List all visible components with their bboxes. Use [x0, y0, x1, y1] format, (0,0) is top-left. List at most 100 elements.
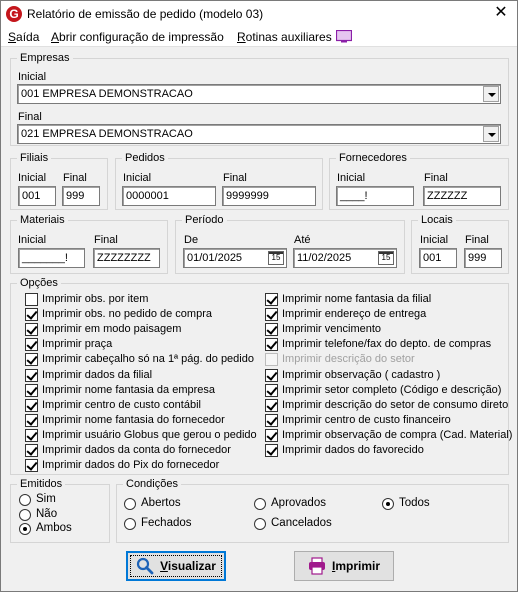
option-label: Imprimir centro de custo financeiro: [282, 413, 451, 426]
periodo-ate-input[interactable]: 11/02/2025 15: [293, 248, 397, 268]
menu-bar: Saída Abrir configuração de impressão Ro…: [1, 27, 517, 47]
calendar-icon[interactable]: 15: [378, 251, 394, 265]
empresa-inicial-value: 001 EMPRESA DEMONSTRACAO: [21, 88, 193, 100]
title-bar: G Relatório de emissão de pedido (modelo…: [1, 1, 517, 27]
material-inicial-input[interactable]: _______!: [18, 248, 85, 268]
menu-abrir-accel: A: [51, 30, 60, 44]
radio-unselected-icon[interactable]: [254, 498, 266, 510]
filial-inicial-input[interactable]: 001: [18, 186, 56, 206]
local-final-label: Final: [465, 234, 489, 246]
close-icon[interactable]: ✕: [493, 4, 509, 22]
condicoes-radio-label: Abertos: [141, 497, 181, 509]
empresa-final-value: 021 EMPRESA DEMONSTRACAO: [21, 128, 193, 140]
option-label: Imprimir descrição do setor de consumo d…: [282, 398, 509, 411]
periodo-de-input[interactable]: 01/01/2025 15: [183, 248, 287, 268]
checkbox-checked-icon[interactable]: [25, 459, 38, 473]
visualizar-label: isualizar: [167, 559, 216, 573]
checkbox-checked-icon[interactable]: [265, 444, 278, 457]
periodo-ate-value: 11/02/2025: [297, 252, 352, 264]
condicoes-radio-label: Fechados: [141, 517, 192, 529]
periodo-de-value: 01/01/2025: [187, 252, 243, 264]
condicoes-legend: Condições: [126, 478, 178, 490]
checkbox-checked-icon[interactable]: [265, 308, 278, 322]
visualizar-button[interactable]: Visualizar: [126, 551, 226, 581]
material-final-input[interactable]: ZZZZZZZZ: [93, 248, 160, 268]
chevron-down-icon[interactable]: [483, 86, 499, 102]
checkbox-checked-icon[interactable]: [265, 413, 278, 427]
empresa-final-combo[interactable]: 021 EMPRESA DEMONSTRACAO: [17, 124, 501, 144]
menu-saida[interactable]: Saída: [8, 30, 39, 44]
monitor-icon[interactable]: [336, 30, 352, 43]
checkbox-checked-icon[interactable]: [25, 413, 38, 427]
checkbox-checked-icon[interactable]: [265, 428, 278, 442]
local-final-input[interactable]: 999: [464, 248, 502, 268]
checkbox-checked-icon[interactable]: [25, 338, 38, 352]
checkbox-checked-icon[interactable]: [25, 308, 38, 322]
condicoes-radio-label: Aprovados: [271, 497, 326, 509]
fornecedores-legend: Fornecedores: [339, 152, 407, 164]
fornecedor-final-input[interactable]: ZZZZZZ: [423, 186, 501, 206]
radio-selected-icon[interactable]: [382, 498, 394, 510]
fornecedor-inicial-input[interactable]: ____!: [336, 186, 414, 206]
magnifier-icon: [136, 557, 154, 575]
pedido-inicial-label: Inicial: [123, 172, 152, 184]
fornecedor-final-label: Final: [424, 172, 448, 184]
local-inicial-label: Inicial: [420, 234, 449, 246]
checkbox-checked-icon[interactable]: [25, 323, 38, 337]
report-dialog-window: G Relatório de emissão de pedido (modelo…: [0, 0, 518, 592]
material-final-label: Final: [94, 234, 118, 246]
pedido-inicial-input[interactable]: 0000001: [122, 186, 216, 206]
menu-rotinas-accel: R: [237, 30, 246, 44]
radio-selected-icon[interactable]: [19, 523, 31, 535]
radio-unselected-icon[interactable]: [124, 498, 136, 510]
menu-rotinas-label: otinas auxiliares: [245, 30, 332, 44]
menu-abrir-label: brir configuração de impressão: [59, 30, 224, 44]
radio-unselected-icon[interactable]: [254, 518, 266, 530]
checkbox-checked-icon[interactable]: [265, 293, 278, 306]
option-label: Imprimir observação ( cadastro ): [282, 368, 441, 381]
option-label: Imprimir dados da filial: [42, 368, 153, 381]
condicoes-group: Condições: [116, 478, 509, 543]
checkbox-checked-icon[interactable]: [265, 338, 278, 352]
local-inicial-input[interactable]: 001: [419, 248, 457, 268]
chevron-down-icon[interactable]: [483, 126, 499, 142]
option-label: Imprimir nome fantasia da empresa: [42, 383, 216, 396]
empresa-inicial-combo[interactable]: 001 EMPRESA DEMONSTRACAO: [17, 84, 501, 104]
emitidos-legend: Emitidos: [20, 478, 63, 490]
checkbox-unchecked-icon[interactable]: [25, 293, 38, 306]
opcoes-legend: Opções: [20, 277, 58, 289]
checkbox-checked-icon[interactable]: [265, 383, 278, 397]
pedido-final-label: Final: [223, 172, 247, 184]
option-label: Imprimir vencimento: [282, 323, 382, 336]
menu-rotinas-auxiliares[interactable]: Rotinas auxiliares: [237, 30, 332, 44]
checkbox-checked-icon[interactable]: [25, 383, 38, 397]
checkbox-checked-icon[interactable]: [265, 323, 278, 337]
checkbox-checked-icon[interactable]: [25, 353, 38, 367]
radio-unselected-icon[interactable]: [124, 518, 136, 530]
option-label: Imprimir praça: [42, 338, 113, 351]
filial-final-input[interactable]: 999: [62, 186, 100, 206]
menu-abrir-configuracao[interactable]: Abrir configuração de impressão: [51, 30, 224, 44]
emitidos-radio-label: Sim: [36, 493, 56, 505]
option-label: Imprimir setor completo (Código e descri…: [282, 383, 502, 396]
checkbox-checked-icon[interactable]: [25, 398, 38, 412]
checkbox-checked-icon[interactable]: [265, 368, 278, 382]
radio-unselected-icon[interactable]: [19, 509, 31, 521]
empresa-inicial-label: Inicial: [18, 71, 47, 83]
option-label: Imprimir centro de custo contábil: [42, 398, 201, 411]
checkbox-checked-icon[interactable]: [25, 444, 38, 457]
checkbox-checked-icon[interactable]: [25, 368, 38, 382]
pedido-final-input[interactable]: 9999999: [222, 186, 316, 206]
checkbox-checked-icon[interactable]: [25, 428, 38, 442]
checkbox-unchecked-icon: [265, 353, 278, 367]
option-label: Imprimir nome fantasia do fornecedor: [42, 413, 225, 426]
imprimir-button[interactable]: Imprimir: [294, 551, 394, 581]
filial-inicial-label: Inicial: [18, 172, 47, 184]
menu-saida-label: aída: [16, 30, 40, 44]
radio-unselected-icon[interactable]: [19, 494, 31, 506]
filiais-legend: Filiais: [20, 152, 49, 164]
checkbox-checked-icon[interactable]: [265, 398, 278, 412]
calendar-icon[interactable]: 15: [268, 251, 284, 265]
option-label: Imprimir descrição do setor: [282, 353, 415, 366]
fornecedor-inicial-label: Inicial: [337, 172, 366, 184]
